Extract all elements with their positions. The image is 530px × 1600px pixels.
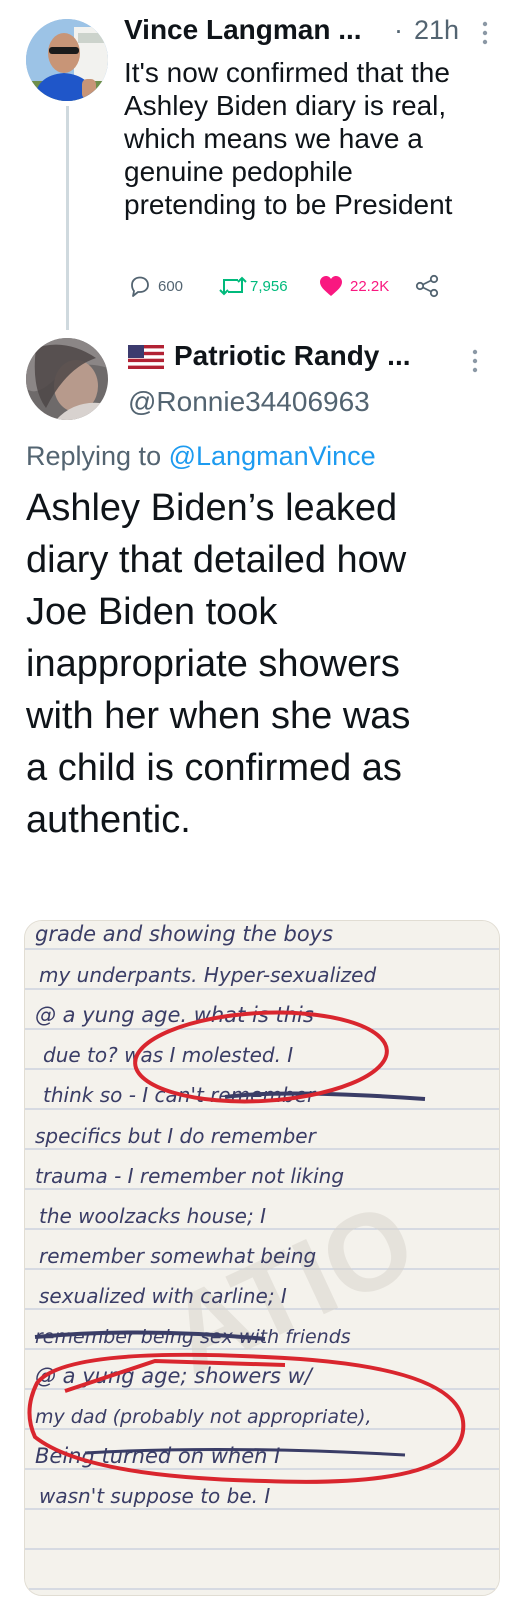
diary-line: the woolzacks house; I bbox=[39, 1204, 266, 1228]
tweet2-author-name[interactable]: Patriotic Randy ... bbox=[174, 340, 411, 372]
tweet1-text-line: pretending to be President bbox=[124, 189, 453, 220]
reply-icon bbox=[131, 276, 149, 297]
randy-avatar[interactable] bbox=[26, 338, 108, 420]
thread-line bbox=[66, 106, 69, 330]
tweet1-separator: · bbox=[394, 15, 403, 45]
tweet2-text: Ashley Biden’s leaked diary that detaile… bbox=[26, 482, 526, 846]
diary-line: grade and showing the boys bbox=[35, 922, 333, 946]
tweet2-more-icon[interactable] bbox=[470, 348, 480, 374]
diary-line: my underpants. Hyper-sexualized bbox=[39, 963, 376, 987]
diary-line: remember being sex with friends bbox=[35, 1326, 351, 1348]
reply-action[interactable]: 600 bbox=[128, 274, 183, 298]
tweet1-text-line: Ashley Biden diary is real, bbox=[124, 90, 447, 121]
diary-photo[interactable]: ATIO grade and showing the boys my under… bbox=[24, 920, 500, 1596]
tweet2-text-line: Joe Biden took bbox=[26, 591, 278, 633]
tweet2-text-line: a child is confirmed as bbox=[26, 747, 402, 789]
tweet2-text-line: authentic. bbox=[26, 799, 191, 841]
tweet1-more-icon[interactable] bbox=[480, 20, 490, 46]
diary-line: specifics but I do remember bbox=[35, 1124, 318, 1148]
diary-line: remember somewhat being bbox=[39, 1244, 316, 1268]
diary-line: @ a yung age. what is this bbox=[35, 1003, 314, 1027]
tweet1-timestamp[interactable]: 21h bbox=[414, 15, 459, 46]
diary-line: @ a yung age; showers w/ bbox=[35, 1364, 314, 1388]
retweet-icon bbox=[219, 276, 247, 296]
tweet2-text-line: with her when she was bbox=[26, 695, 411, 737]
replying-prefix: Replying to bbox=[26, 441, 162, 471]
diary-line: wasn't suppose to be. I bbox=[39, 1484, 270, 1508]
share-icon[interactable] bbox=[414, 274, 440, 303]
replying-to-link[interactable]: @LangmanVince bbox=[169, 441, 376, 471]
tweet1-text-line: It's now confirmed that the bbox=[124, 57, 450, 88]
diary-line: due to? was I molested. I bbox=[43, 1043, 293, 1067]
us-flag-icon bbox=[128, 345, 164, 369]
diary-line: sexualized with carline; I bbox=[39, 1284, 287, 1308]
vince-avatar[interactable] bbox=[26, 19, 108, 101]
tweet1-text-line: genuine pedophile bbox=[124, 156, 353, 187]
retweet-action[interactable]: 7,956 bbox=[218, 274, 288, 298]
retweet-count: 7,956 bbox=[250, 277, 288, 295]
tweet1-author-name[interactable]: Vince Langman ... bbox=[124, 14, 362, 46]
reply-count: 600 bbox=[158, 277, 184, 295]
tweet2-handle[interactable]: @Ronnie34406963 bbox=[128, 386, 370, 418]
tweet2-text-line: inappropriate showers bbox=[26, 643, 400, 685]
like-count: 22.2K bbox=[350, 277, 390, 295]
heart-icon bbox=[320, 276, 342, 296]
tweet2-text-line: diary that detailed how bbox=[26, 539, 407, 581]
tweet2-text-line: Ashley Biden’s leaked bbox=[26, 487, 398, 529]
tweet1-text-line: which means we have a bbox=[124, 123, 423, 154]
diary-line: trauma - I remember not liking bbox=[35, 1164, 344, 1188]
like-action[interactable]: 22.2K bbox=[318, 274, 389, 298]
replying-to-line: Replying to @LangmanVince bbox=[26, 441, 376, 472]
tweet1-text: It's now confirmed that the Ashley Biden… bbox=[124, 56, 524, 221]
diary-line: my dad (probably not appropriate), bbox=[35, 1406, 372, 1428]
